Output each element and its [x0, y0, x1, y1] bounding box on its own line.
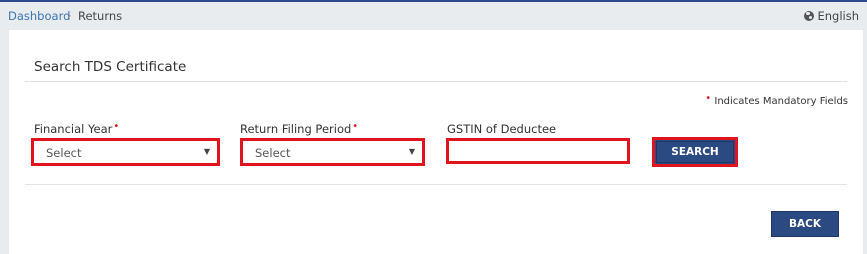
- main-panel: Search TDS Certificate • Indicates Manda…: [9, 30, 863, 254]
- financial-year-select[interactable]: Select ▼: [31, 138, 220, 166]
- gstin-input[interactable]: [446, 138, 630, 164]
- language-label: English: [817, 9, 859, 23]
- page-title: Search TDS Certificate: [34, 59, 187, 75]
- breadcrumb-separator: ›: [67, 9, 72, 22]
- breadcrumb-bar: Dashboard › Returns English: [0, 2, 867, 29]
- return-filing-period-value: Select: [255, 146, 291, 160]
- return-filing-period-select[interactable]: Select ▼: [240, 138, 425, 166]
- dropdown-arrow-icon: ▼: [203, 147, 210, 156]
- mandatory-fields-note: • Indicates Mandatory Fields: [705, 93, 848, 107]
- required-dot-icon: •: [352, 121, 359, 132]
- language-selector[interactable]: English: [804, 9, 859, 23]
- mandatory-dot-icon: •: [705, 93, 712, 104]
- financial-year-value: Select: [46, 146, 82, 160]
- return-filing-period-label: Return Filing Period•: [240, 121, 359, 136]
- title-divider: [25, 81, 847, 82]
- gstin-label: GSTIN of Deductee: [447, 122, 557, 136]
- back-button[interactable]: BACK: [771, 211, 839, 237]
- search-button-label: SEARCH: [656, 141, 734, 163]
- financial-year-label-text: Financial Year: [34, 122, 113, 136]
- financial-year-label: Financial Year•: [34, 121, 120, 136]
- return-filing-period-label-text: Return Filing Period: [240, 122, 352, 136]
- breadcrumb-current: Returns: [78, 9, 123, 23]
- globe-icon: [804, 11, 815, 21]
- form-divider: [25, 184, 847, 185]
- dropdown-arrow-icon: ▼: [408, 147, 415, 156]
- required-dot-icon: •: [113, 121, 120, 132]
- mandatory-note-text: Indicates Mandatory Fields: [714, 96, 848, 107]
- breadcrumb-dashboard-link[interactable]: Dashboard: [8, 9, 70, 23]
- search-button[interactable]: SEARCH: [652, 137, 738, 167]
